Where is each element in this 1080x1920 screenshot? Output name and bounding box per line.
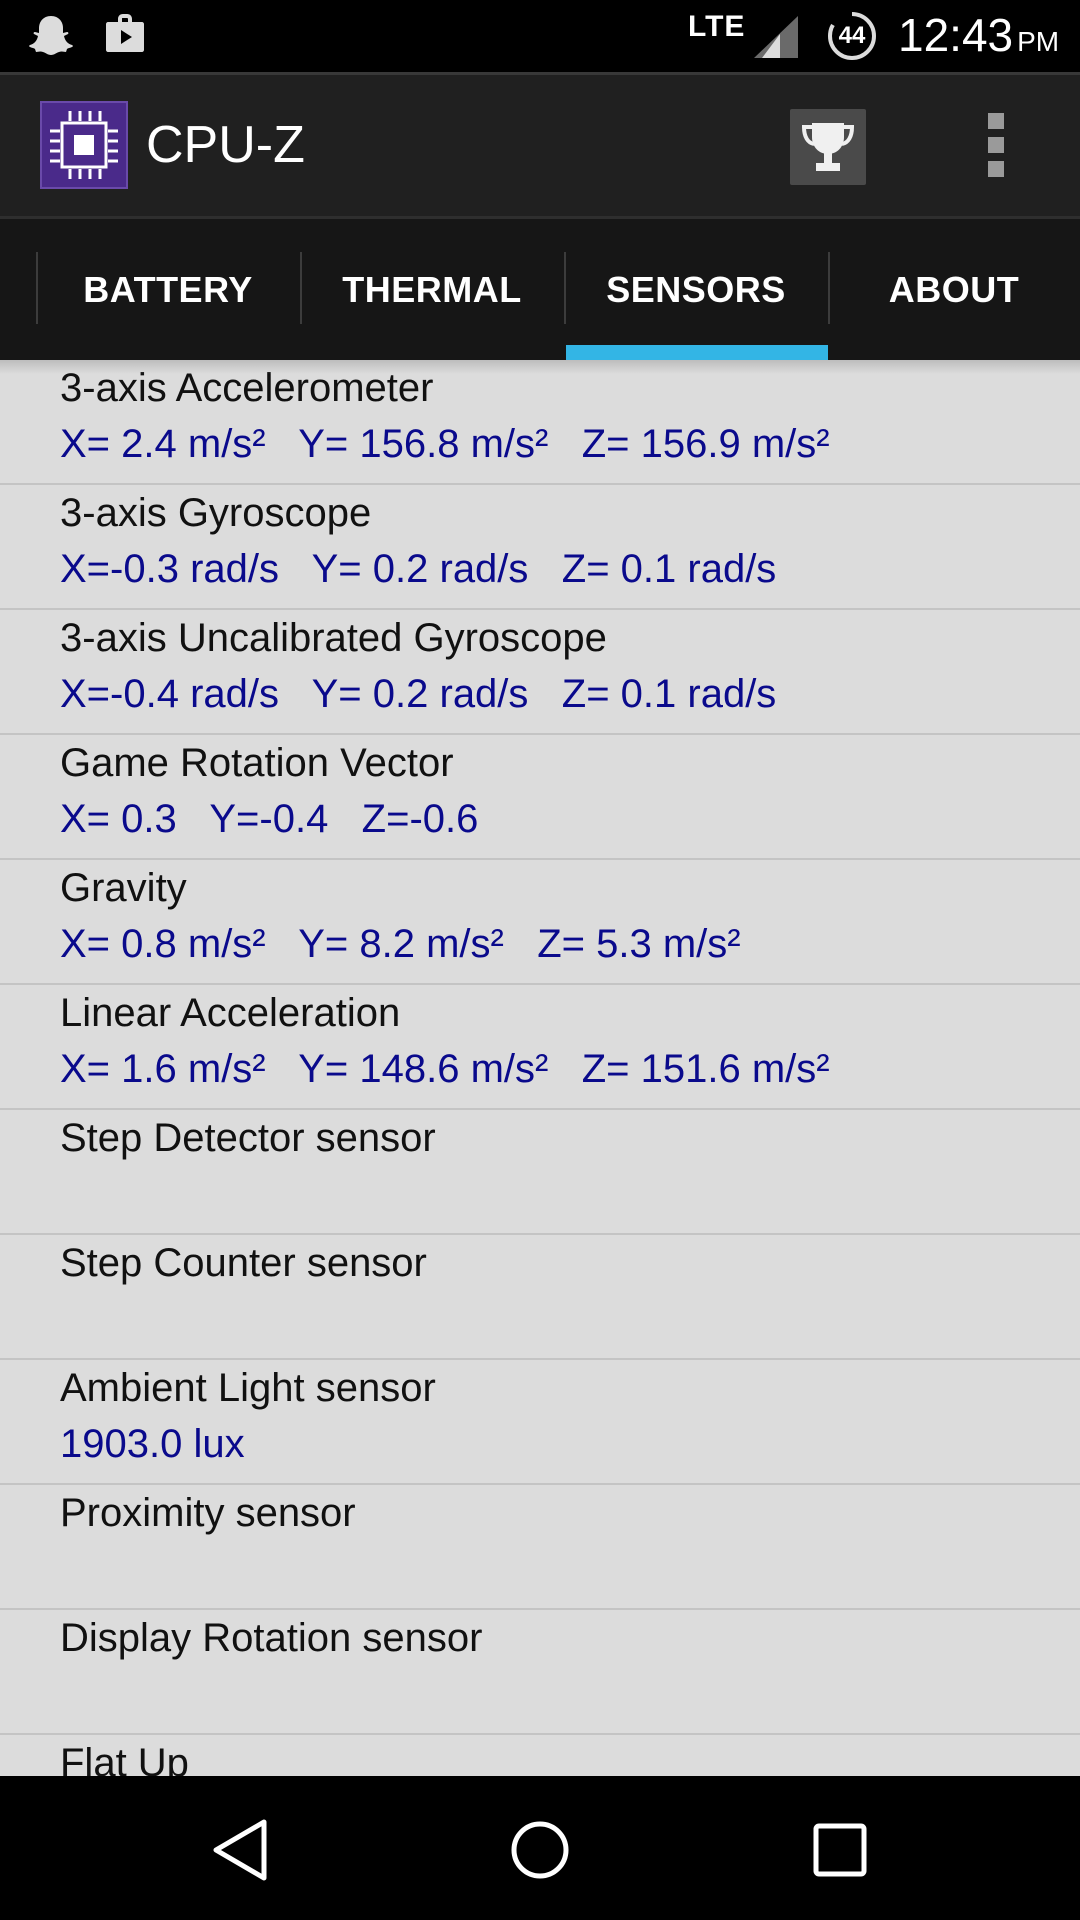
list-item: Linear Acceleration X= 1.6 m/s² Y= 148.6…: [0, 985, 1080, 1110]
status-bar: LTE 44 12:43 PM: [0, 0, 1080, 72]
sensor-value: X=-0.4 rad/s Y= 0.2 rad/s Z= 0.1 rad/s: [60, 672, 777, 716]
sensor-name: Step Detector sensor: [60, 1116, 436, 1160]
cpu-chip-icon[interactable]: [40, 101, 128, 189]
sensor-value: X= 0.8 m/s² Y= 8.2 m/s² Z= 5.3 m/s²: [60, 922, 741, 966]
clock: 12:43 PM: [898, 8, 1059, 62]
list-item: Flat Up: [0, 1735, 1080, 1776]
list-item: Step Detector sensor: [0, 1110, 1080, 1235]
sensor-value: 1903.0 lux: [60, 1422, 245, 1466]
list-item: Game Rotation Vector X= 0.3 Y=-0.4 Z=-0.…: [0, 735, 1080, 860]
list-item: 3-axis Accelerometer X= 2.4 m/s² Y= 156.…: [0, 360, 1080, 485]
sensor-name: 3-axis Gyroscope: [60, 491, 372, 535]
back-icon[interactable]: [202, 1814, 282, 1886]
sensor-value: X=-0.3 rad/s Y= 0.2 rad/s Z= 0.1 rad/s: [60, 547, 777, 591]
list-item: 3-axis Uncalibrated Gyroscope X=-0.4 rad…: [0, 610, 1080, 735]
list-top-shadow: [0, 360, 1080, 374]
sensor-name: Ambient Light sensor: [60, 1366, 436, 1410]
app-title: CPU-Z: [146, 116, 305, 174]
list-item: Proximity sensor: [0, 1485, 1080, 1610]
tab-thermal[interactable]: THERMAL: [300, 219, 564, 360]
selected-tab-indicator: [566, 345, 828, 360]
list-item: Gravity X= 0.8 m/s² Y= 8.2 m/s² Z= 5.3 m…: [0, 860, 1080, 985]
sensor-value: X= 1.6 m/s² Y= 148.6 m/s² Z= 151.6 m/s²: [60, 1047, 830, 1091]
sensor-name: Game Rotation Vector: [60, 741, 454, 785]
clock-ampm: PM: [1017, 26, 1060, 57]
list-item: Step Counter sensor: [0, 1235, 1080, 1360]
recents-icon[interactable]: [800, 1814, 880, 1886]
sensor-value: X= 0.3 Y=-0.4 Z=-0.6: [60, 797, 479, 841]
snapchat-ghost-icon: [28, 12, 74, 63]
sensor-name: Flat Up: [60, 1741, 189, 1776]
tab-battery[interactable]: BATTERY: [36, 219, 300, 360]
list-item: Ambient Light sensor 1903.0 lux: [0, 1360, 1080, 1485]
home-icon[interactable]: [500, 1814, 580, 1886]
sensor-value: X= 2.4 m/s² Y= 156.8 m/s² Z= 156.9 m/s²: [60, 422, 830, 466]
tab-sensors[interactable]: SENSORS: [564, 219, 828, 360]
navigation-bar: [0, 1776, 1080, 1920]
overflow-menu-icon[interactable]: [980, 113, 1012, 183]
battery-level: 44: [838, 22, 866, 49]
shopping-bag-icon: [102, 10, 148, 61]
list-item: Display Rotation sensor: [0, 1610, 1080, 1735]
sensor-list[interactable]: 3-axis Accelerometer X= 2.4 m/s² Y= 156.…: [0, 360, 1080, 1776]
sensor-name: Display Rotation sensor: [60, 1616, 483, 1660]
list-item: 3-axis Gyroscope X=-0.3 rad/s Y= 0.2 rad…: [0, 485, 1080, 610]
trophy-icon[interactable]: [790, 109, 866, 185]
sensor-name: 3-axis Uncalibrated Gyroscope: [60, 616, 607, 660]
sensor-name: Proximity sensor: [60, 1491, 356, 1535]
tab-bar: BATTERY THERMAL SENSORS ABOUT: [0, 216, 1080, 360]
sensor-name: Linear Acceleration: [60, 991, 401, 1035]
network-type: LTE: [688, 10, 746, 43]
tab-about[interactable]: ABOUT: [828, 219, 1080, 360]
signal-icon: [752, 14, 800, 65]
sensor-name: Step Counter sensor: [60, 1241, 427, 1285]
sensor-name: Gravity: [60, 866, 187, 910]
app-bar: CPU-Z: [0, 72, 1080, 216]
clock-time: 12:43: [898, 9, 1014, 61]
